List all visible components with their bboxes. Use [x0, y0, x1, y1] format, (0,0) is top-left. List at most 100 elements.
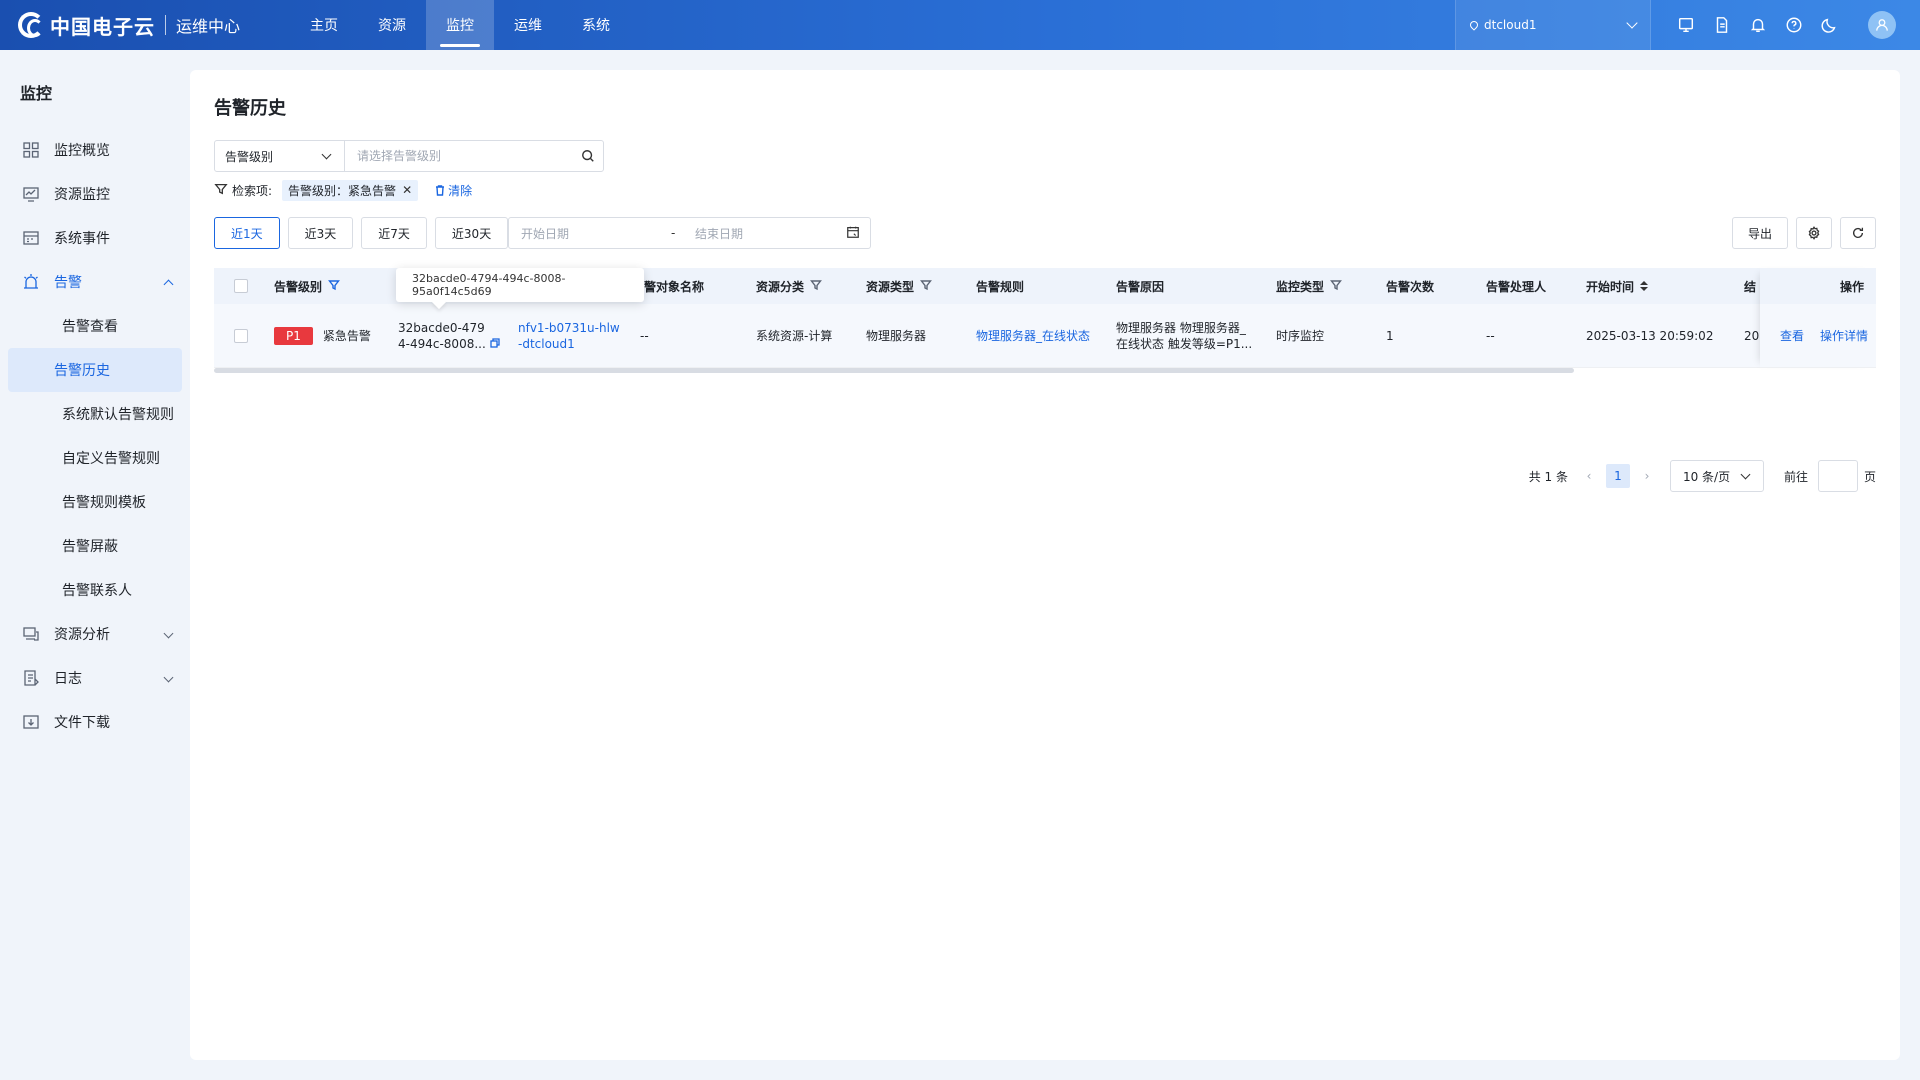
brand[interactable]: 中国电子云 运维中心 — [0, 11, 290, 40]
close-icon[interactable]: ✕ — [402, 183, 412, 197]
sidebar: 监控 监控概览 资源监控 系统事件 告警 告警查看 告警历史 系统默认告警规则 … — [0, 50, 190, 1080]
location-pin-icon — [1468, 19, 1480, 31]
col-start-time[interactable]: 开始时间 — [1586, 278, 1649, 295]
filter-icon[interactable] — [322, 279, 340, 294]
copy-icon[interactable] — [486, 337, 500, 351]
alarm-id-line2: 4-494c-8008... — [398, 336, 500, 352]
sidebar-sub-custom-rules[interactable]: 自定义告警规则 — [8, 436, 182, 480]
sidebar-sub-alarm-mask[interactable]: 告警屏蔽 — [8, 524, 182, 568]
filter-icon[interactable] — [804, 279, 822, 294]
range-7d-button[interactable]: 近7天 — [361, 217, 427, 249]
avatar[interactable] — [1868, 11, 1896, 39]
sidebar-item-resource-analysis[interactable]: 资源分析 — [0, 612, 190, 656]
refresh-button[interactable] — [1840, 217, 1876, 249]
page-number[interactable]: 1 — [1605, 464, 1630, 488]
rule-link[interactable]: 物理服务器_在线状态 — [976, 327, 1090, 344]
range-30d-button[interactable]: 近30天 — [434, 217, 509, 249]
document-icon[interactable] — [1712, 15, 1732, 35]
resource-name-cell[interactable]: nfv1-b0731u-hlw -dtcloud1 — [518, 320, 620, 352]
row-checkbox[interactable] — [234, 328, 248, 343]
sidebar-sub-alarm-view[interactable]: 告警查看 — [8, 304, 182, 348]
select-all-checkbox[interactable] — [234, 279, 248, 293]
region-select[interactable]: dtcloud1 — [1455, 0, 1651, 50]
bell-icon[interactable] — [1748, 15, 1768, 35]
sidebar-item-resource-monitor[interactable]: 资源监控 — [0, 172, 190, 216]
filter-input[interactable] — [345, 141, 573, 171]
level-text: 紧急告警 — [322, 329, 371, 343]
alarm-id-cell[interactable]: 32bacde0-479 4-494c-8008... — [398, 320, 500, 352]
header-icons — [1676, 0, 1840, 50]
sidebar-item-downloads[interactable]: 文件下载 — [0, 700, 190, 744]
main-card: 告警历史 告警级别 检索项: 告警级别：紧急告警 ✕ 清除 近1天 近3天 近7… — [190, 70, 1900, 1060]
logo-icon — [18, 12, 44, 38]
filter-field-select[interactable]: 告警级别 — [215, 141, 345, 171]
sidebar-sub-default-rules[interactable]: 系统默认告警规则 — [8, 392, 182, 436]
sidebar-sub-alarm-contacts[interactable]: 告警联系人 — [8, 568, 182, 612]
sidebar-sub-alarm-history[interactable]: 告警历史 — [8, 348, 182, 392]
nav-home[interactable]: 主页 — [290, 0, 358, 50]
sidebar-item-alarm[interactable]: 告警 — [0, 260, 190, 304]
date-range-picker[interactable]: 开始日期 - 结束日期 — [508, 217, 871, 249]
level-cell: P1 紧急告警 — [274, 326, 371, 345]
reason-cell: 物理服务器 物理服务器_ 在线状态 触发等级=P1... — [1116, 320, 1253, 351]
sidebar-item-logs[interactable]: 日志 — [0, 656, 190, 700]
range-1d-button[interactable]: 近1天 — [214, 217, 280, 249]
prev-page-icon[interactable]: ‹ — [1582, 469, 1596, 483]
trash-icon — [436, 185, 445, 196]
clear-button[interactable]: 清除 — [434, 182, 472, 199]
col-resource-type[interactable]: 资源类型 — [866, 278, 932, 295]
col-reason: 告警原因 — [1116, 279, 1165, 294]
col-count: 告警次数 — [1386, 279, 1435, 294]
screen-icon[interactable] — [1676, 15, 1696, 35]
sidebar-item-label: 告警 — [54, 275, 82, 291]
filter-icon[interactable] — [1324, 279, 1342, 294]
chevron-down-icon — [163, 672, 174, 683]
handler-cell: -- — [1486, 328, 1495, 343]
export-button[interactable]: 导出 — [1732, 217, 1788, 249]
moon-icon[interactable] — [1820, 15, 1840, 35]
sort-icon[interactable] — [1640, 281, 1649, 291]
nav-system[interactable]: 系统 — [562, 0, 630, 50]
nav-monitor[interactable]: 监控 — [426, 0, 494, 50]
resource-name-line2[interactable]: -dtcloud1 — [518, 336, 620, 352]
criteria-tag: 告警级别：紧急告警 ✕ — [282, 179, 419, 201]
main-nav: 主页 资源 监控 运维 系统 — [290, 0, 630, 50]
sidebar-item-label: 资源分析 — [54, 627, 110, 643]
resource-name-line1[interactable]: nfv1-b0731u-hlw — [518, 320, 620, 336]
criteria-tag-text: 告警级别：紧急告警 — [288, 183, 397, 198]
pagination: 共 1 条 ‹ 1 › 10 条/页 前往 页 — [1529, 460, 1876, 492]
goto-page-input[interactable] — [1817, 460, 1858, 492]
horizontal-scrollbar[interactable] — [214, 368, 1574, 373]
col-level[interactable]: 告警级别 — [274, 278, 340, 295]
range-3d-button[interactable]: 近3天 — [287, 217, 354, 249]
nav-resources[interactable]: 资源 — [358, 0, 426, 50]
help-icon[interactable] — [1784, 15, 1804, 35]
page-unit-label: 页 — [1863, 469, 1876, 484]
next-page-icon[interactable]: › — [1640, 469, 1654, 483]
sidebar-item-events[interactable]: 系统事件 — [0, 216, 190, 260]
sidebar-sub-rule-templates[interactable]: 告警规则模板 — [8, 480, 182, 524]
brand-subtitle: 运维中心 — [176, 17, 241, 36]
start-date[interactable]: 开始日期 — [521, 225, 671, 242]
search-icon[interactable] — [573, 141, 603, 171]
count-cell: 1 — [1386, 328, 1394, 343]
page-size-select[interactable]: 10 条/页 — [1669, 460, 1764, 492]
sidebar-item-label: 系统事件 — [54, 231, 110, 247]
goto-label: 前往 — [1783, 469, 1808, 484]
start-time-cell: 2025-03-13 20:59:02 — [1586, 328, 1714, 343]
criteria-label: 检索项: — [232, 183, 273, 198]
grid-icon — [22, 141, 40, 159]
search-criteria: 检索项: 告警级别：紧急告警 ✕ 清除 — [214, 179, 472, 201]
alarm-id-line1: 32bacde0-479 — [398, 320, 485, 335]
nav-ops[interactable]: 运维 — [494, 0, 562, 50]
col-handler: 告警处理人 — [1486, 279, 1547, 294]
sidebar-item-overview[interactable]: 监控概览 — [0, 128, 190, 172]
filter-icon[interactable] — [914, 279, 932, 294]
log-icon — [22, 669, 40, 687]
settings-button[interactable] — [1796, 217, 1832, 249]
end-date[interactable]: 结束日期 — [695, 225, 846, 242]
col-monitor-type[interactable]: 监控类型 — [1276, 278, 1342, 295]
chevron-down-icon — [163, 628, 174, 639]
col-resource-class[interactable]: 资源分类 — [756, 278, 822, 295]
sidebar-item-label: 日志 — [54, 671, 82, 687]
